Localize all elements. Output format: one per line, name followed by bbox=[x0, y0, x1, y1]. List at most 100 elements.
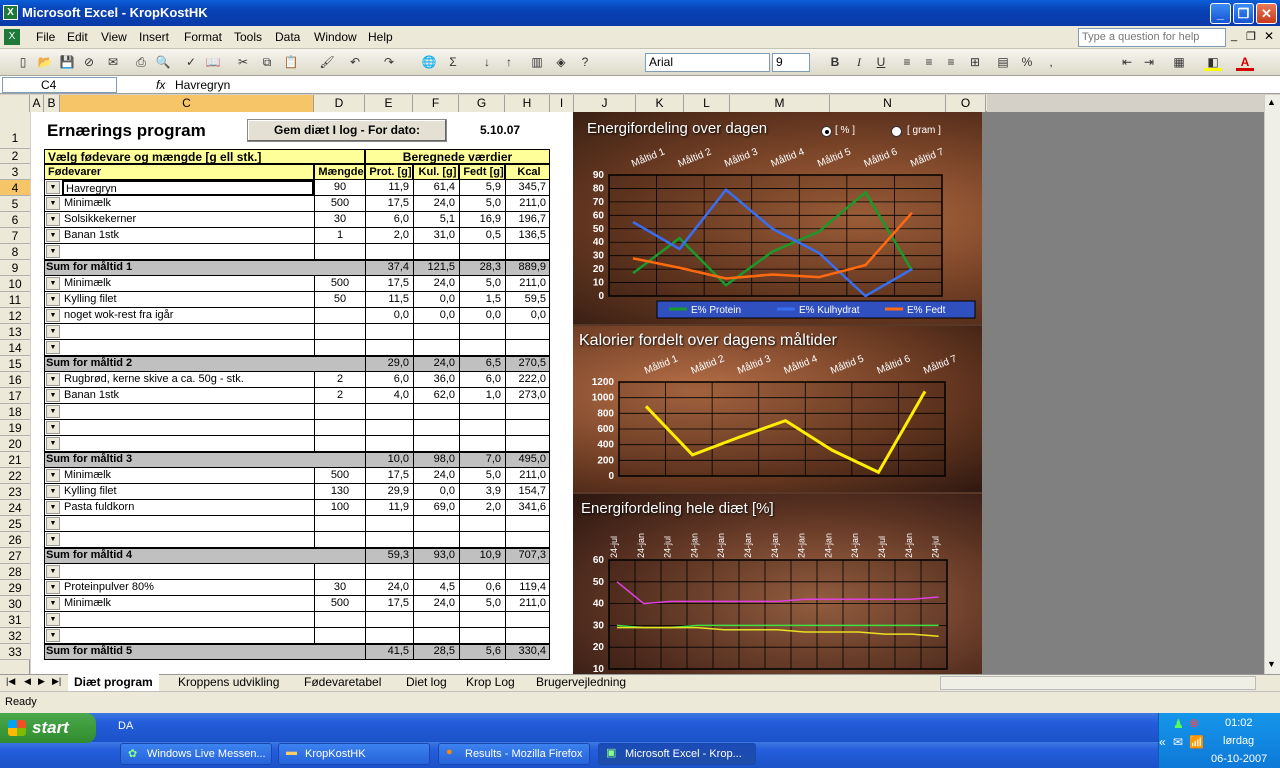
redo-icon[interactable]: ↷ bbox=[380, 53, 398, 71]
spelling-icon[interactable]: ✓ bbox=[182, 53, 200, 71]
quantity-cell[interactable] bbox=[314, 564, 365, 580]
food-cell[interactable]: Minimælk bbox=[62, 276, 314, 292]
align-center-icon[interactable]: ≡ bbox=[920, 53, 938, 71]
food-dropdown-icon[interactable]: ▼ bbox=[46, 213, 60, 226]
row-header-4[interactable]: 4 bbox=[0, 180, 30, 196]
quantity-cell[interactable]: 30 bbox=[314, 580, 365, 596]
security-tray-icon[interactable]: ⊗ bbox=[1189, 716, 1199, 730]
row-header-6[interactable]: 6 bbox=[0, 212, 30, 228]
food-dropdown-icon[interactable]: ▼ bbox=[46, 565, 60, 578]
language-indicator[interactable]: DA bbox=[118, 720, 133, 732]
food-cell[interactable]: Pasta fuldkorn bbox=[62, 500, 314, 516]
row-header-27[interactable]: 27 bbox=[0, 548, 30, 564]
column-header-h[interactable]: H bbox=[505, 95, 550, 112]
network-tray-icon[interactable]: 📶 bbox=[1189, 735, 1204, 749]
row-header-26[interactable]: 26 bbox=[0, 532, 30, 548]
column-header-o[interactable]: O bbox=[946, 95, 986, 112]
column-header-a[interactable]: A bbox=[30, 95, 44, 112]
row-header-15[interactable]: 15 bbox=[0, 356, 30, 372]
food-cell[interactable]: Solsikkekerner bbox=[62, 212, 314, 228]
currency-icon[interactable]: ▤ bbox=[994, 53, 1012, 71]
help-icon[interactable]: ? bbox=[576, 53, 594, 71]
row-header-23[interactable]: 23 bbox=[0, 484, 30, 500]
quantity-cell[interactable] bbox=[314, 420, 365, 436]
food-cell[interactable] bbox=[62, 612, 314, 628]
column-header-n[interactable]: N bbox=[830, 95, 946, 112]
food-dropdown-icon[interactable]: ▼ bbox=[46, 277, 60, 290]
menu-edit[interactable]: Edit bbox=[67, 30, 88, 44]
row-header-24[interactable]: 24 bbox=[0, 500, 30, 516]
copy-icon[interactable]: ⧉ bbox=[258, 53, 276, 71]
column-header-g[interactable]: G bbox=[459, 95, 505, 112]
name-box[interactable]: C4 bbox=[2, 77, 117, 93]
menu-file[interactable]: File bbox=[36, 30, 55, 44]
cut-icon[interactable]: ✂ bbox=[234, 53, 252, 71]
drawing-icon[interactable]: ◈ bbox=[552, 53, 570, 71]
food-dropdown-icon[interactable]: ▼ bbox=[46, 373, 60, 386]
tab-diaet-program[interactable]: Diæt program bbox=[68, 674, 159, 691]
quantity-cell[interactable] bbox=[314, 612, 365, 628]
comma-icon[interactable]: , bbox=[1042, 53, 1060, 71]
messenger-tray-icon[interactable]: ♟ bbox=[1173, 717, 1184, 731]
taskbar-firefox[interactable]: Results - Mozilla Firefox bbox=[438, 743, 590, 765]
format-painter-icon[interactable]: 🖌 bbox=[318, 53, 336, 71]
food-dropdown-icon[interactable]: ▼ bbox=[46, 629, 60, 642]
chart-calories-meals[interactable]: Kalorier fordelt over dagens måltider 02… bbox=[573, 326, 982, 492]
first-sheet-icon[interactable]: |◀ bbox=[6, 676, 15, 687]
food-cell[interactable]: Banan 1stk bbox=[62, 388, 314, 404]
row-header-17[interactable]: 17 bbox=[0, 388, 30, 404]
percent-icon[interactable]: % bbox=[1018, 53, 1036, 71]
horizontal-scrollbar[interactable] bbox=[940, 676, 1256, 690]
tab-diet-log[interactable]: Diet log bbox=[400, 674, 453, 691]
food-dropdown-icon[interactable]: ▼ bbox=[46, 421, 60, 434]
sort-desc-icon[interactable]: ↑ bbox=[500, 53, 518, 71]
food-dropdown-icon[interactable]: ▼ bbox=[46, 405, 60, 418]
food-cell[interactable] bbox=[62, 324, 314, 340]
chart-energy-day[interactable]: Energifordeling over dagen [ % ] [ gram … bbox=[573, 112, 982, 324]
quantity-cell[interactable]: 2 bbox=[314, 388, 365, 404]
font-color-icon[interactable]: A bbox=[1236, 53, 1254, 71]
increase-indent-icon[interactable]: ⇥ bbox=[1140, 53, 1158, 71]
underline-icon[interactable]: U bbox=[872, 53, 890, 71]
quantity-cell[interactable]: 50 bbox=[314, 292, 365, 308]
row-header-25[interactable]: 25 bbox=[0, 516, 30, 532]
quantity-cell[interactable] bbox=[314, 404, 365, 420]
food-dropdown-icon[interactable]: ▼ bbox=[46, 197, 60, 210]
print-preview-icon[interactable]: 🔍 bbox=[154, 53, 172, 71]
new-icon[interactable]: ▯ bbox=[14, 53, 32, 71]
food-cell[interactable] bbox=[62, 628, 314, 644]
sort-asc-icon[interactable]: ↓ bbox=[478, 53, 496, 71]
row-header-10[interactable]: 10 bbox=[0, 276, 30, 292]
food-dropdown-icon[interactable]: ▼ bbox=[46, 501, 60, 514]
open-icon[interactable]: 📂 bbox=[36, 53, 54, 71]
font-size-select[interactable]: 9 bbox=[772, 53, 810, 72]
quantity-cell[interactable] bbox=[314, 324, 365, 340]
save-diet-log-button[interactable]: Gem diæt I log - For dato: bbox=[247, 119, 447, 142]
row-header-16[interactable]: 16 bbox=[0, 372, 30, 388]
menu-data[interactable]: Data bbox=[275, 30, 300, 44]
food-cell[interactable]: Rugbrød, kerne skive a ca. 50g - stk. bbox=[62, 372, 314, 388]
quantity-cell[interactable] bbox=[314, 532, 365, 548]
food-cell[interactable] bbox=[62, 340, 314, 356]
fill-color-icon[interactable]: ◧ bbox=[1204, 53, 1222, 71]
merge-center-icon[interactable]: ⊞ bbox=[966, 53, 984, 71]
borders-icon[interactable]: ▦ bbox=[1170, 53, 1188, 71]
food-dropdown-icon[interactable]: ▼ bbox=[46, 181, 60, 194]
menu-tools[interactable]: Tools bbox=[234, 30, 262, 44]
food-dropdown-icon[interactable]: ▼ bbox=[46, 581, 60, 594]
row-header-30[interactable]: 30 bbox=[0, 596, 30, 612]
row-header-18[interactable]: 18 bbox=[0, 404, 30, 420]
column-header-c[interactable]: C bbox=[60, 95, 314, 112]
next-sheet-icon[interactable]: ▶ bbox=[38, 676, 45, 687]
tab-foedevaretabel[interactable]: Fødevaretabel bbox=[298, 674, 387, 691]
food-dropdown-icon[interactable]: ▼ bbox=[46, 533, 60, 546]
food-cell[interactable] bbox=[62, 516, 314, 532]
row-header-20[interactable]: 20 bbox=[0, 436, 30, 452]
permission-icon[interactable]: ⊘ bbox=[80, 53, 98, 71]
minimize-button[interactable]: _ bbox=[1210, 3, 1231, 24]
doc-minimize-button[interactable]: _ bbox=[1231, 30, 1237, 42]
food-dropdown-icon[interactable]: ▼ bbox=[46, 245, 60, 258]
hyperlink-icon[interactable]: 🌐 bbox=[420, 53, 438, 71]
food-cell[interactable]: Kylling filet bbox=[62, 484, 314, 500]
quantity-cell[interactable]: 100 bbox=[314, 500, 365, 516]
